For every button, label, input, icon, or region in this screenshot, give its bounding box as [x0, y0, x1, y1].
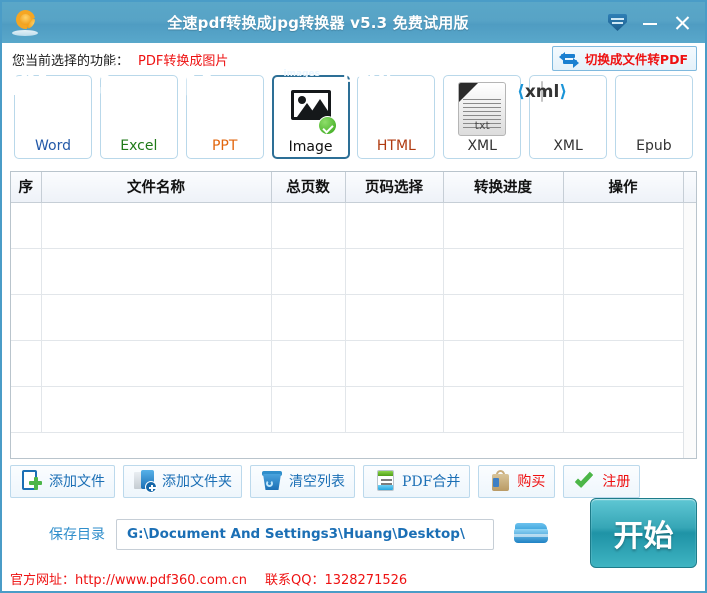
txt-icon: txt	[455, 82, 509, 136]
table-header-row: 序 文件名称 总页数 页码选择 转换进度 操作	[11, 172, 696, 203]
column-header-progress[interactable]: 转换进度	[443, 172, 564, 203]
image-icon: images	[284, 69, 338, 137]
format-label-word: Word	[35, 138, 71, 154]
ppt-icon: P	[183, 59, 252, 136]
format-button-epub[interactable]: Epub	[614, 75, 693, 159]
format-label-xml: XML	[553, 138, 583, 154]
format-button-ppt[interactable]: P PPT	[183, 59, 264, 159]
column-header-action[interactable]: 操作	[563, 172, 684, 203]
format-button-txt[interactable]: txt XML	[443, 75, 522, 159]
txt-glyph-label: txt	[474, 119, 490, 132]
format-button-excel[interactable]: S Excel	[97, 59, 178, 159]
format-label-image: Image	[288, 139, 333, 155]
official-site-text[interactable]: 官方网址：http://www.pdf360.com.cn	[10, 569, 247, 588]
html-icon: HTML	[343, 72, 423, 136]
clear-list-button[interactable]: 清空列表	[250, 464, 355, 498]
table-row[interactable]	[11, 294, 696, 341]
start-button-label: 开始	[613, 519, 674, 554]
epub-icon	[627, 82, 681, 136]
minimize-button[interactable]	[641, 14, 659, 32]
format-label-ppt: PPT	[211, 138, 238, 154]
save-directory-label: 保存目录	[49, 527, 105, 543]
contact-qq-text: 联系QQ：1328271526	[264, 572, 408, 588]
close-button[interactable]	[673, 14, 691, 32]
swap-arrows-icon	[558, 51, 579, 68]
collapse-icon	[608, 14, 627, 31]
format-button-html[interactable]: HTML HTML	[343, 72, 436, 159]
vertical-scrollbar[interactable]	[683, 203, 696, 458]
register-label: 注册	[602, 474, 631, 490]
selected-check-icon	[317, 116, 337, 135]
word-icon: W	[5, 59, 80, 136]
add-folder-label: 添加文件夹	[162, 474, 232, 490]
window-title: 全速pdf转换成jpg转换器 v5.3 免费试用版	[167, 14, 469, 32]
format-label-txt: XML	[467, 138, 497, 154]
table-row[interactable]	[11, 340, 696, 387]
save-directory-row: 保存目录 G:\Document And Settings3\Huang\Des…	[2, 498, 705, 568]
title-bar: 全速pdf转换成jpg转换器 v5.3 免费试用版	[2, 2, 705, 43]
xml-icon: ⟨xml⟩	[517, 81, 595, 136]
format-label-excel: Excel	[120, 138, 158, 154]
convert-arrows-logo-icon	[12, 5, 39, 37]
save-directory-input[interactable]: G:\Document And Settings3\Huang\Desktop\	[116, 518, 494, 550]
column-header-pagerange[interactable]: 页码选择	[345, 172, 444, 203]
footer-bar: 官方网址：http://www.pdf360.com.cn 联系QQ：13282…	[2, 565, 705, 591]
scrollbar-header-spacer	[682, 172, 696, 203]
minimize-icon	[641, 14, 659, 32]
clear-list-label: 清空列表	[289, 474, 345, 490]
column-header-index[interactable]: 序	[11, 172, 42, 203]
add-file-label: 添加文件	[49, 474, 105, 490]
file-list-table: 序 文件名称 总页数 页码选择 转换进度 操作	[10, 171, 697, 459]
app-window: 全速pdf转换成jpg转换器 v5.3 免费试用版 您当前选择的功能： PDF转…	[0, 0, 707, 593]
column-header-pages[interactable]: 总页数	[271, 172, 346, 203]
switch-mode-label: 切换成文件转PDF	[584, 52, 688, 67]
table-row[interactable]	[11, 202, 696, 249]
folder-plus-icon	[133, 469, 157, 493]
pdf-merge-button[interactable]: PDF合并	[363, 464, 471, 498]
switch-mode-button[interactable]: 切换成文件转PDF	[551, 46, 697, 71]
add-folder-button[interactable]: 添加文件夹	[123, 464, 242, 498]
add-file-button[interactable]: 添加文件	[10, 464, 115, 498]
format-button-xml[interactable]: ⟨xml⟩ XML	[517, 75, 608, 159]
green-check-icon	[573, 468, 597, 493]
table-row[interactable]	[11, 248, 696, 295]
collapse-button[interactable]	[608, 14, 627, 31]
browse-folder-button[interactable]	[514, 520, 548, 548]
shopping-bag-icon	[488, 469, 512, 493]
format-label-epub: Epub	[636, 138, 672, 154]
purchase-button[interactable]: 购买	[478, 464, 556, 498]
start-button[interactable]: 开始	[590, 498, 697, 568]
table-body	[11, 202, 696, 433]
merge-doc-icon	[373, 469, 397, 493]
table-row[interactable]	[11, 386, 696, 433]
format-button-row: W Word S Excel P PPT images	[2, 59, 705, 167]
pdf-merge-label: PDF合并	[402, 474, 461, 490]
close-icon	[673, 14, 691, 32]
purchase-label: 购买	[517, 474, 546, 490]
action-button-row: 添加文件 添加文件夹 清空列表 PDF合并 购买 注册	[2, 459, 705, 503]
file-plus-icon	[20, 469, 44, 493]
format-label-html: HTML	[376, 138, 416, 154]
window-controls	[608, 14, 705, 32]
format-button-image[interactable]: images Image	[271, 69, 350, 159]
trash-icon	[260, 469, 284, 493]
format-button-word[interactable]: W Word	[5, 59, 92, 159]
excel-icon: S	[97, 59, 166, 136]
column-header-filename[interactable]: 文件名称	[41, 172, 272, 203]
register-button[interactable]: 注册	[563, 464, 641, 498]
